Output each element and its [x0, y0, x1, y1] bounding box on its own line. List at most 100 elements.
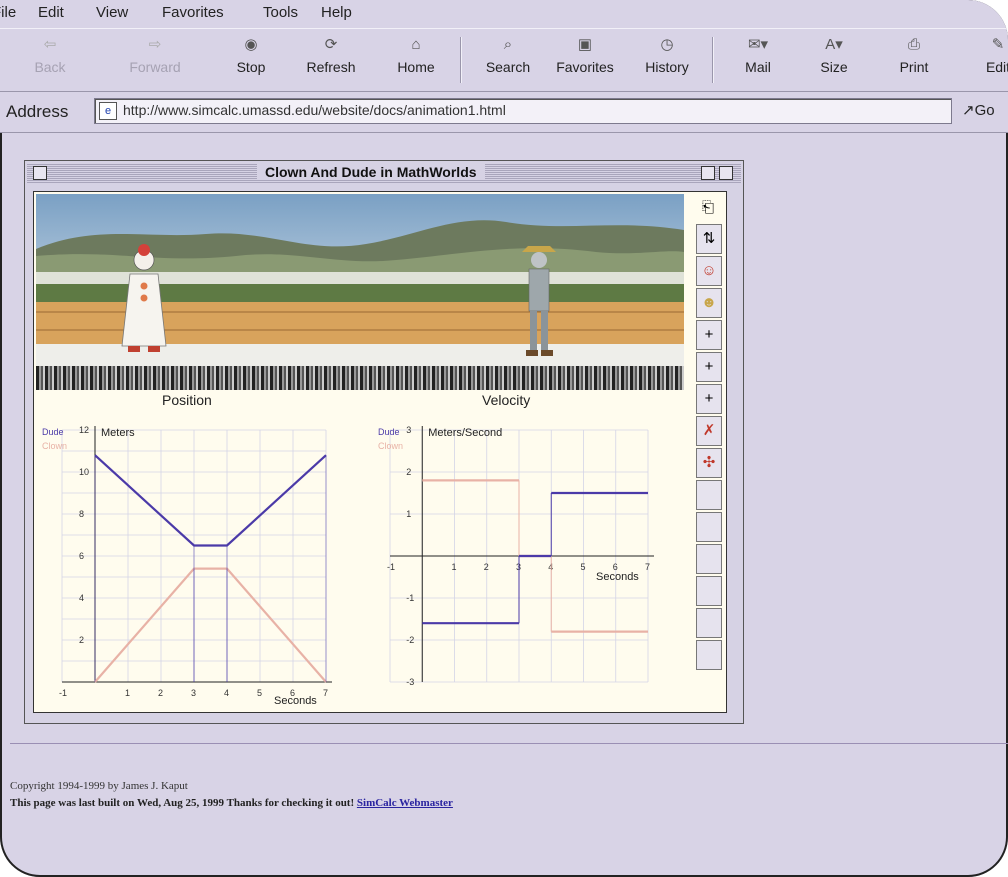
series-clown-line: [94, 567, 327, 683]
y-tick-label: 2: [406, 467, 411, 477]
x-tick-label: -1: [59, 688, 67, 698]
x-tick-label: 1: [452, 562, 457, 572]
y-axis-label: Meters/Second: [428, 427, 502, 439]
back-button[interactable]: ⇦ Back: [30, 35, 70, 75]
toolbar: ⇦ Back ⇨ Forward ◉ Stop ⟳ Refresh ⌂ Home ⌕ Sea…: [0, 28, 1008, 92]
y-tick-label: -1: [406, 593, 414, 603]
stop-icon: ◉: [244, 36, 258, 53]
menu-tools[interactable]: Tools: [263, 4, 298, 21]
add-point-icon[interactable]: +: [696, 384, 722, 414]
menu-bar: File Edit View Favorites Tools Help: [0, 0, 1008, 28]
x-tick-label: 5: [257, 688, 262, 698]
printer-icon: ⎙: [907, 36, 920, 53]
divider: [10, 743, 1008, 744]
search-label: Search: [485, 59, 531, 75]
toolbar-divider: [460, 37, 462, 83]
applet-titlebar[interactable]: Clown And Dude in MathWorlds: [27, 163, 741, 183]
menu-view[interactable]: View: [96, 4, 128, 21]
y-tick-label: 10: [79, 467, 89, 477]
x-axis-label: Seconds: [596, 571, 639, 583]
back-label: Back: [34, 59, 66, 75]
add-position-point-icon[interactable]: +: [696, 320, 722, 350]
go-label: Go: [974, 102, 995, 119]
webmaster-link[interactable]: SimCalc Webmaster: [357, 797, 453, 809]
refresh-button[interactable]: ⟳ Refresh: [301, 35, 361, 75]
copyright-text: Copyright 1994-1999 by James J. Kaput: [10, 780, 188, 792]
legend-dude: Dude: [378, 427, 400, 437]
favorites-button[interactable]: ▣ Favorites: [548, 35, 622, 75]
y-tick-label: 8: [79, 509, 84, 519]
delete-point-icon[interactable]: ✗: [696, 416, 722, 446]
legend-clown: Clown: [378, 441, 403, 451]
palette-button-blank[interactable]: [696, 608, 722, 638]
delete-graph-icon[interactable]: ✣: [696, 448, 722, 478]
size-button[interactable]: A▾ Size: [814, 35, 854, 75]
mail-button[interactable]: ✉▾ Mail: [736, 35, 780, 75]
palette-button-blank[interactable]: [696, 576, 722, 606]
x-tick-label: 7: [323, 688, 328, 698]
x-tick-label: 4: [224, 688, 229, 698]
search-button[interactable]: ⌕ Search: [476, 35, 540, 75]
forward-button[interactable]: ⇨ Forward: [120, 35, 190, 75]
clown-tool-icon[interactable]: ☺: [696, 256, 722, 286]
build-info: This page was last built on Wed, Aug 25,…: [10, 797, 453, 809]
x-tick-label: 2: [484, 562, 489, 572]
favorites-label: Favorites: [556, 59, 614, 75]
forward-label: Forward: [129, 59, 181, 75]
toolbar-divider: [712, 37, 714, 83]
address-bar: Address e http://www.simcalc.umassd.edu/…: [0, 92, 1008, 133]
history-button[interactable]: ◷ History: [636, 35, 698, 75]
menu-edit[interactable]: Edit: [38, 4, 64, 21]
home-icon: ⌂: [411, 36, 421, 53]
menu-favorites[interactable]: Favorites: [162, 4, 224, 21]
animation-scene: [36, 194, 684, 366]
print-button[interactable]: ⎙ Print: [896, 35, 932, 75]
home-label: Home: [397, 59, 435, 75]
close-box-icon[interactable]: [33, 166, 47, 180]
menu-file[interactable]: File: [0, 4, 16, 21]
position-graph-title: Position: [162, 392, 212, 408]
search-icon: ⌕: [503, 36, 513, 53]
go-button[interactable]: ↗Go: [962, 101, 995, 119]
legend-clown: Clown: [42, 441, 67, 451]
select-tool-icon[interactable]: ⇅: [696, 224, 722, 254]
collapse-box-icon[interactable]: [719, 166, 733, 180]
tool-palette: ⎗ ⇅ ☺ ☻ + + + ✗ ✣: [694, 194, 724, 709]
applet-title: Clown And Dude in MathWorlds: [257, 164, 485, 180]
palette-button-blank[interactable]: [696, 544, 722, 574]
add-velocity-point-icon[interactable]: +: [696, 352, 722, 382]
zoom-box-icon[interactable]: [701, 166, 715, 180]
y-axis-label: Meters: [101, 427, 135, 439]
size-label: Size: [820, 59, 848, 75]
position-graph[interactable]: -1 1 2 3 4 5 6 724681012 MetersSecondsDudeClown: [36, 412, 346, 708]
home-button[interactable]: ⌂ Home: [391, 35, 441, 75]
series-dude-line: [94, 454, 327, 547]
forward-arrow-icon: ⇨: [148, 36, 162, 53]
x-tick-label: 3: [191, 688, 196, 698]
palette-button-blank[interactable]: [696, 480, 722, 510]
menu-help[interactable]: Help: [321, 4, 352, 21]
y-tick-label: -3: [406, 677, 414, 687]
stop-button[interactable]: ◉ Stop: [231, 35, 271, 75]
address-url[interactable]: http://www.simcalc.umassd.edu/website/do…: [123, 102, 506, 118]
mail-icon: ✉▾: [747, 36, 769, 53]
document-icon[interactable]: ⎗: [696, 194, 720, 222]
edit-button[interactable]: ✎ Edit: [980, 35, 1008, 75]
go-arrow-icon: ↗: [962, 102, 975, 119]
page-icon: e: [99, 102, 117, 120]
legend-dude: Dude: [42, 427, 64, 437]
palette-button-blank[interactable]: [696, 640, 722, 670]
y-tick-label: 3: [406, 425, 411, 435]
time-slider-track[interactable]: [36, 366, 684, 390]
y-tick-label: 4: [79, 593, 84, 603]
y-tick-label: 2: [79, 635, 84, 645]
y-tick-label: 12: [79, 425, 89, 435]
refresh-icon: ⟳: [324, 36, 338, 53]
palette-button-blank[interactable]: [696, 512, 722, 542]
address-input[interactable]: e http://www.simcalc.umassd.edu/website/…: [94, 98, 952, 124]
applet-window: Clown And Dude in MathWorlds Position Ve…: [24, 160, 744, 724]
address-label: Address: [6, 102, 69, 121]
stop-label: Stop: [236, 59, 266, 75]
velocity-graph[interactable]: -11234567-3-2-1123Meters/SecondSecondsDu…: [372, 412, 672, 708]
dude-tool-icon[interactable]: ☻: [696, 288, 722, 318]
